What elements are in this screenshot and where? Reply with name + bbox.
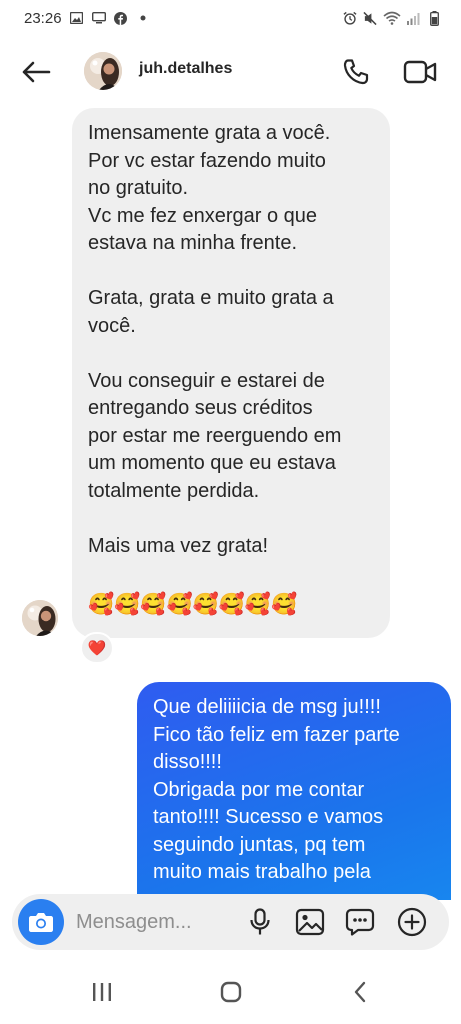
image-icon: [295, 908, 325, 936]
chat-header: juh.detalhes: [0, 40, 461, 104]
recents-icon: [93, 983, 111, 1001]
status-right: [343, 10, 441, 26]
message-line: estava na minha frente.: [88, 232, 298, 254]
message-line: Vou conseguir e estarei de: [88, 369, 325, 392]
gallery-button[interactable]: [294, 906, 326, 938]
message-line: [88, 340, 374, 368]
back-icon: [354, 981, 366, 1003]
status-bar: 23:26: [0, 0, 461, 36]
message-line: Vc me fez enxergar o que: [88, 204, 318, 227]
more-button[interactable]: [396, 906, 428, 938]
message-line: por estar me reerguendo em: [88, 424, 342, 447]
incoming-message[interactable]: Imensamente grata a você. Por vc estar f…: [72, 108, 390, 638]
chat-area[interactable]: Imensamente grata a você. Por vc estar f…: [0, 104, 461, 900]
wifi-icon: [383, 11, 401, 25]
sticker-button[interactable]: [344, 906, 376, 938]
message-line: [88, 258, 374, 286]
phone-icon: [343, 59, 369, 85]
message-line: entregando seus créditos: [88, 397, 313, 419]
message-line: Por vc estar fazendo muito: [88, 149, 326, 172]
microphone-button[interactable]: [244, 906, 276, 938]
nav-back-button[interactable]: [338, 976, 382, 1008]
message-line: seguindo juntas, pq tem: [153, 833, 366, 856]
back-arrow-icon: [22, 61, 51, 83]
alarm-icon: [343, 11, 357, 25]
screen-icon: [91, 11, 106, 25]
camera-icon: [29, 913, 53, 932]
signal-icon: [407, 11, 421, 25]
home-button[interactable]: [209, 976, 253, 1008]
message-line: Que deliiiicia de msg ju!!!!: [153, 696, 381, 718]
call-button[interactable]: [338, 54, 374, 90]
sticker-icon: [345, 908, 375, 936]
emoji-line: 🥰🥰🥰🥰🥰🥰🥰🥰: [88, 592, 298, 616]
message-line: [88, 560, 374, 588]
video-call-button[interactable]: [400, 54, 440, 90]
message-line: Grata, grata e muito grata a: [88, 287, 334, 309]
message-line: no gratuito.: [88, 177, 189, 199]
sender-avatar[interactable]: [22, 600, 58, 636]
outgoing-message[interactable]: Que deliiiicia de msg ju!!!! Fico tão fe…: [137, 682, 451, 900]
battery-icon: [427, 10, 441, 26]
heart-reaction[interactable]: ❤️: [80, 632, 114, 664]
message-line: um momento que eu estava: [88, 452, 336, 474]
video-camera-icon: [403, 60, 437, 84]
message-line: você.: [88, 314, 136, 337]
username[interactable]: juh.detalhes: [139, 60, 232, 78]
recents-button[interactable]: [80, 976, 124, 1008]
mute-icon: [363, 11, 377, 25]
message-line: Fico tão feliz em fazer parte: [153, 723, 400, 746]
facebook-icon: [114, 11, 128, 25]
microphone-icon: [250, 908, 270, 935]
message-line: Obrigada por me contar: [153, 778, 365, 801]
message-composer: [12, 894, 449, 950]
status-left: 23:26: [24, 10, 150, 27]
message-input[interactable]: [76, 908, 226, 936]
message-line: totalmente perdida.: [88, 479, 260, 502]
dot-icon: [136, 11, 150, 25]
message-line: tanto!!!! Sucesso e vamos: [153, 806, 384, 828]
message-line: Imensamente grata a você.: [88, 122, 331, 144]
back-button[interactable]: [18, 56, 54, 88]
camera-button[interactable]: [18, 899, 64, 945]
home-icon: [220, 981, 242, 1003]
system-nav-bar: [0, 960, 461, 1024]
avatar[interactable]: [84, 52, 122, 90]
gallery-icon: [70, 11, 84, 25]
plus-icon: [397, 907, 427, 937]
message-line: disso!!!!: [153, 751, 222, 773]
message-line: muito mais trabalho pela: [153, 861, 371, 883]
message-line: [88, 505, 374, 533]
message-line: Mais uma vez grata!: [88, 534, 269, 557]
status-time: 23:26: [24, 9, 62, 27]
